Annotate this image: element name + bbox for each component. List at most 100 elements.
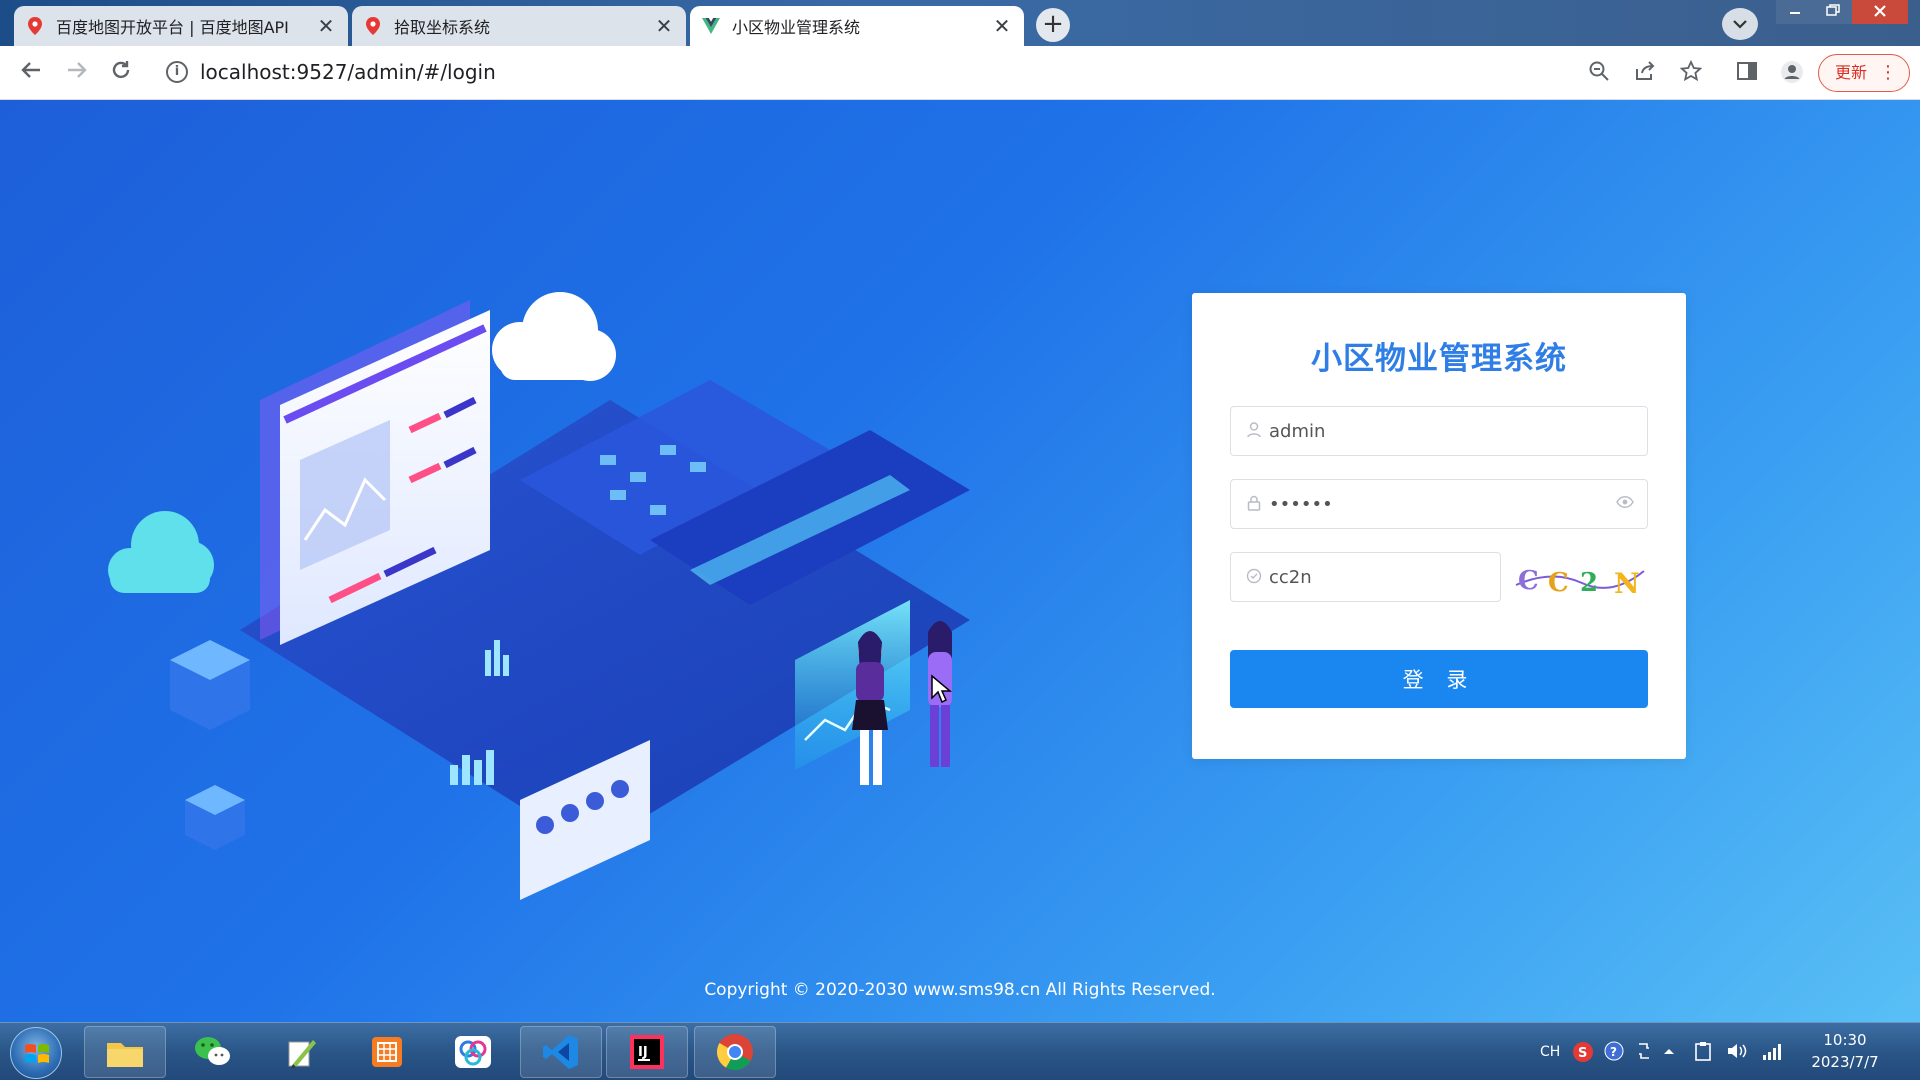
captcha-image[interactable]: C C 2 N — [1512, 555, 1648, 601]
username-field[interactable] — [1230, 406, 1648, 456]
bookmark-button[interactable] — [1677, 59, 1705, 88]
minimize-window-button[interactable] — [1776, 0, 1814, 24]
login-title: 小区物业管理系统 — [1311, 341, 1567, 377]
captcha-char: C — [1548, 568, 1569, 598]
zoom-button[interactable] — [1585, 60, 1613, 88]
network-switch-icon[interactable] — [1636, 1041, 1652, 1063]
profile-icon — [1781, 61, 1803, 83]
signal-strength-icon[interactable] — [1762, 1041, 1784, 1063]
captcha-field[interactable] — [1230, 552, 1501, 602]
help-icon[interactable]: ? — [1604, 1041, 1624, 1063]
password-input[interactable] — [1269, 480, 1605, 528]
copyright-text: Copyright © 2020-2030 www.sms98.cn All R… — [704, 980, 1216, 1000]
clock-time: 10:30 — [1823, 1031, 1867, 1049]
svg-text:IJ: IJ — [638, 1045, 648, 1060]
svg-text:S: S — [1578, 1046, 1587, 1061]
tab-search-button[interactable] — [1722, 8, 1758, 40]
notepad-pen-icon — [288, 1040, 316, 1068]
star-icon — [1679, 59, 1703, 82]
captcha-char: N — [1614, 567, 1640, 600]
profile-button[interactable] — [1778, 60, 1806, 88]
share-icon — [1636, 61, 1655, 80]
zoom-icon — [1589, 61, 1609, 81]
close-tab-icon[interactable]: ✕ — [992, 14, 1012, 38]
minimize-icon — [1790, 12, 1800, 14]
taskbar-app-wechat[interactable] — [172, 1026, 254, 1078]
captcha-char: 2 — [1580, 568, 1598, 598]
lock-icon — [1245, 495, 1263, 513]
reload-button[interactable] — [106, 58, 136, 88]
update-browser-button[interactable]: 更新 ⋮ — [1818, 54, 1910, 92]
taskbar-app-intellij[interactable]: IJ — [606, 1026, 688, 1078]
cloud-icon — [492, 292, 616, 381]
show-hidden-icons-icon[interactable] — [1662, 1041, 1676, 1063]
tab-baidu-map-api[interactable]: 百度地图开放平台 | 百度地图API ✕ — [14, 6, 348, 46]
intellij-icon: IJ — [630, 1035, 664, 1069]
clipboard-tray-icon[interactable] — [1694, 1041, 1712, 1063]
restore-window-button[interactable] — [1814, 0, 1852, 24]
site-info-icon[interactable]: i — [166, 61, 188, 83]
close-tab-icon[interactable]: ✕ — [316, 14, 336, 38]
side-panel-button[interactable] — [1733, 60, 1761, 88]
windows-taskbar: IJ CH S ? 10:30 2023/7/7 — [0, 1022, 1920, 1080]
browser-tab-bar: 百度地图开放平台 | 百度地图API ✕ 拾取坐标系统 ✕ 小区物业管理系统 ✕… — [0, 0, 1920, 46]
taskbar-app-calendar[interactable] — [346, 1026, 428, 1078]
isometric-dashboard-illustration — [108, 292, 970, 900]
ime-indicator[interactable]: CH — [1540, 1041, 1560, 1063]
reload-icon — [112, 61, 130, 79]
tab-title: 拾取坐标系统 — [394, 18, 491, 37]
close-window-button[interactable] — [1852, 0, 1908, 24]
mouse-cursor-icon — [931, 674, 952, 704]
user-icon — [1245, 422, 1263, 440]
vue-logo-icon — [702, 17, 720, 35]
calendar-app-icon — [372, 1037, 402, 1067]
taskbar-app-chrome[interactable] — [694, 1026, 776, 1078]
new-tab-button[interactable]: + — [1036, 8, 1070, 42]
update-label: 更新 — [1835, 63, 1868, 82]
shield-check-icon — [1245, 568, 1263, 586]
login-page: 小区物业管理系统 C C 2 N — [0, 100, 1920, 1022]
password-field[interactable] — [1230, 479, 1648, 529]
username-input[interactable] — [1269, 407, 1605, 455]
forward-button[interactable] — [62, 58, 92, 88]
taskbar-app-network-tool[interactable] — [432, 1026, 514, 1078]
address-url[interactable]: localhost:9527/admin/#/login — [200, 60, 496, 84]
taskbar-app-file-explorer[interactable] — [84, 1026, 166, 1078]
start-button[interactable] — [10, 1027, 62, 1079]
more-vertical-icon[interactable]: ⋮ — [1879, 55, 1897, 91]
clock-date: 2023/7/7 — [1811, 1053, 1879, 1071]
wechat-icon — [195, 1037, 230, 1065]
taskbar-app-notepad[interactable] — [260, 1026, 342, 1078]
tab-title: 小区物业管理系统 — [732, 18, 861, 37]
login-button[interactable]: 登 录 — [1230, 650, 1648, 708]
login-card: 小区物业管理系统 C C 2 N — [1192, 293, 1686, 759]
chevron-down-icon — [1733, 20, 1747, 29]
taskbar-clock[interactable]: 10:30 2023/7/7 — [1800, 1029, 1890, 1073]
tab-property-management[interactable]: 小区物业管理系统 ✕ — [690, 6, 1024, 46]
chrome-icon — [716, 1034, 753, 1071]
arrow-right-icon — [68, 62, 87, 78]
cloud-icon — [108, 511, 214, 593]
map-pin-icon — [26, 17, 44, 35]
taskbar-app-vscode[interactable] — [520, 1026, 602, 1078]
close-tab-icon[interactable]: ✕ — [654, 14, 674, 38]
sogou-input-icon[interactable]: S — [1572, 1041, 1594, 1063]
windows-logo-icon — [25, 1044, 49, 1063]
captcha-input[interactable] — [1269, 553, 1458, 601]
back-button[interactable] — [16, 58, 46, 88]
tab-coordinate-picker[interactable]: 拾取坐标系统 ✕ — [352, 6, 686, 46]
folder-icon — [107, 1043, 143, 1067]
side-panel-icon — [1737, 62, 1757, 80]
vscode-icon — [543, 1035, 578, 1069]
captcha-char: C — [1518, 566, 1539, 596]
eye-icon[interactable] — [1615, 495, 1635, 513]
close-icon — [1874, 5, 1886, 17]
address-bar[interactable]: i localhost:9527/admin/#/login — [158, 52, 1598, 92]
rings-app-icon — [455, 1036, 491, 1068]
volume-icon[interactable] — [1726, 1041, 1748, 1063]
share-button[interactable] — [1631, 60, 1659, 88]
tab-title: 百度地图开放平台 | 百度地图API — [56, 18, 289, 37]
svg-text:?: ? — [1610, 1045, 1617, 1059]
browser-toolbar: i localhost:9527/admin/#/login 更新 ⋮ — [0, 46, 1920, 100]
arrow-left-icon — [21, 62, 40, 78]
